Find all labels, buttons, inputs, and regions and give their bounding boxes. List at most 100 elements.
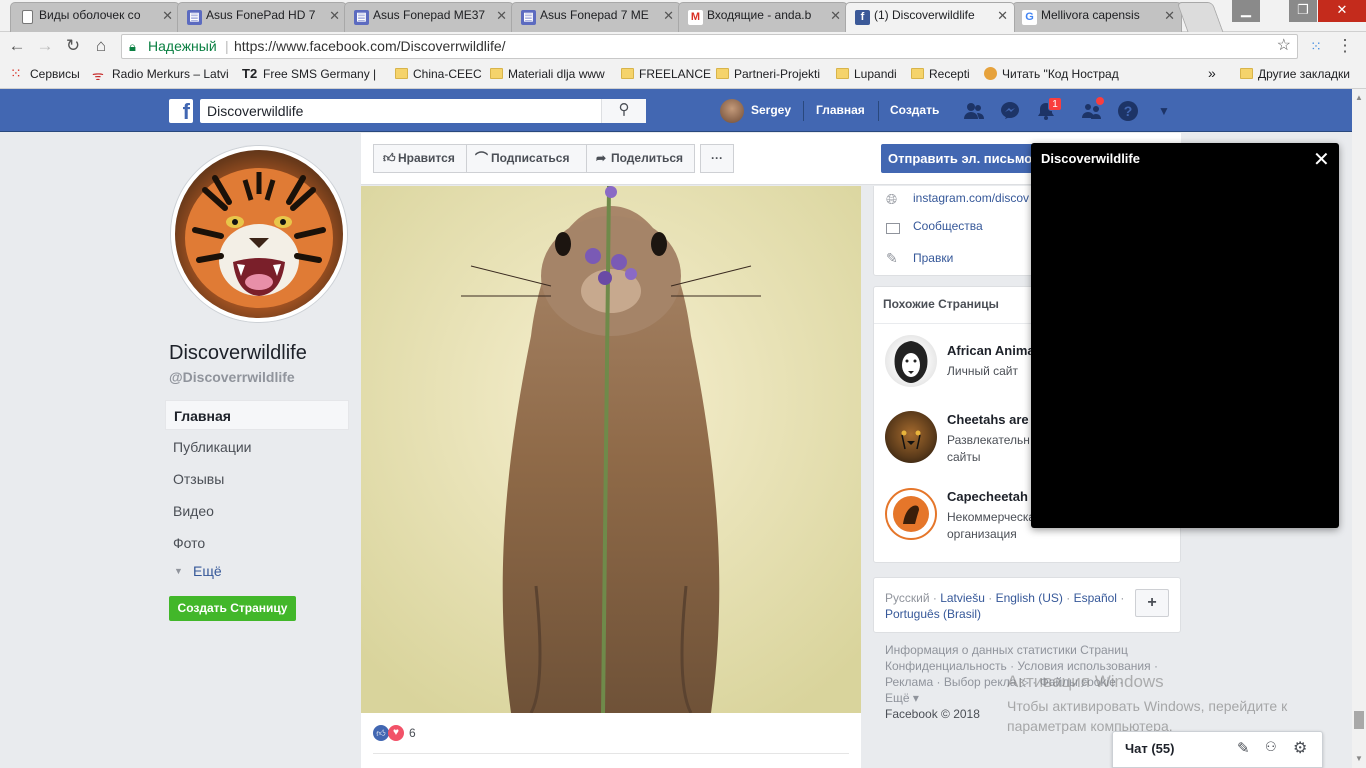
close-tab-icon[interactable]: ✕	[830, 8, 841, 24]
friends-icon[interactable]	[963, 100, 985, 122]
instagram-link[interactable]: instagram.com/discov	[913, 191, 1029, 205]
url-text[interactable]: https://www.facebook.com/Discoverrwildli…	[234, 35, 506, 58]
similar-page-avatar[interactable]	[885, 488, 937, 540]
floating-video-popup[interactable]: Discoverwildlife ✕	[1031, 143, 1339, 528]
page-nav-posts[interactable]: Публикации	[165, 432, 349, 462]
bookmark-item[interactable]: ᯤ Radio Merkurs – Latvi	[92, 67, 230, 81]
facebook-logo-icon[interactable]: f	[169, 99, 193, 124]
like-page-button[interactable]: 👍︎ Нравится	[373, 144, 467, 173]
language-link[interactable]: English (US)	[996, 591, 1063, 605]
page-profile-picture[interactable]	[171, 146, 347, 322]
reload-icon[interactable]: ↻	[62, 37, 84, 57]
bookmark-folder[interactable]: FREELANCE	[621, 67, 711, 81]
home-icon[interactable]: ⌂	[90, 37, 112, 57]
create-page-button[interactable]: Создать Страницу	[169, 596, 296, 621]
chat-label[interactable]: Чат (55)	[1125, 741, 1174, 756]
similar-page-name[interactable]: Capecheetah	[947, 489, 1028, 504]
avatar[interactable]	[720, 99, 744, 123]
chevron-down-icon[interactable]: ▼	[1153, 100, 1175, 122]
group-chat-icon[interactable]: ⚇	[1265, 739, 1277, 755]
post-photo[interactable]	[361, 186, 861, 713]
chat-bar[interactable]: Чат (55) ✎ ⚇ ⚙	[1112, 731, 1323, 768]
similar-page-avatar[interactable]	[885, 335, 937, 387]
scroll-down-icon[interactable]: ▼	[1355, 754, 1363, 763]
footer-link[interactable]: Выбор рекла	[944, 675, 1017, 689]
browser-tab[interactable]: ▤ Asus Fonepad 7 ME ✕	[511, 2, 681, 32]
browser-tab[interactable]: G Mellivora capensis ✕	[1012, 2, 1182, 32]
add-language-button[interactable]: +	[1135, 589, 1169, 617]
back-icon[interactable]: ←	[6, 37, 28, 57]
scrollbar-thumb[interactable]	[1354, 711, 1364, 729]
minimize-icon[interactable]: ▁	[1232, 0, 1260, 22]
browser-tab[interactable]: M Входящие - anda.b ✕	[678, 2, 848, 32]
page-nav-home[interactable]: Главная	[165, 400, 349, 430]
community-link[interactable]: Сообщества	[913, 219, 983, 233]
close-tab-icon[interactable]: ✕	[663, 8, 674, 24]
page-nav-reviews[interactable]: Отзывы	[165, 464, 349, 494]
profile-link[interactable]: Sergey	[751, 103, 791, 117]
page-nav-more[interactable]: ▼ Ещё	[165, 556, 349, 586]
home-link[interactable]: Главная	[816, 103, 865, 117]
close-tab-icon[interactable]: ✕	[1164, 8, 1175, 24]
page-username[interactable]: @Discoverrwildlife	[169, 369, 295, 385]
other-bookmarks-folder[interactable]: Другие закладки	[1240, 67, 1350, 81]
window-close-icon[interactable]: ✕	[1318, 0, 1366, 22]
footer-link[interactable]: Информация о данных статистики Страниц	[885, 643, 1128, 657]
gear-icon[interactable]: ⚙	[1293, 738, 1307, 758]
language-link[interactable]: Español	[1074, 591, 1117, 605]
search-icon[interactable]: ⚲	[601, 99, 646, 123]
maximize-icon[interactable]: ❐	[1289, 0, 1317, 22]
bookmark-folder[interactable]: Lupandi	[836, 67, 897, 81]
bookmark-item[interactable]: T2 Free SMS Germany | F	[242, 67, 378, 81]
close-icon[interactable]: ✕	[1313, 147, 1330, 172]
close-tab-icon[interactable]: ✕	[496, 8, 507, 24]
browser-tab[interactable]: ▤ Asus Fonepad ME37 ✕	[344, 2, 514, 32]
share-page-button[interactable]: ➦ Поделиться	[586, 144, 695, 173]
star-icon[interactable]: ☆	[1277, 34, 1291, 57]
page-nav-videos[interactable]: Видео	[165, 496, 349, 526]
help-icon[interactable]: ?	[1117, 100, 1139, 122]
messenger-icon[interactable]	[999, 100, 1021, 122]
language-link[interactable]: Latviešu	[940, 591, 985, 605]
browser-tab[interactable]: Виды оболочек со ✕	[10, 2, 180, 32]
compose-icon[interactable]: ✎	[1237, 739, 1250, 757]
language-link[interactable]: Português (Brasil)	[885, 607, 981, 621]
browser-tab-active[interactable]: f (1) Discoverwildlife ✕	[845, 2, 1015, 32]
close-tab-icon[interactable]: ✕	[997, 8, 1008, 24]
edits-link[interactable]: Правки	[913, 251, 953, 265]
menu-icon[interactable]: ⋮	[1334, 37, 1356, 57]
language-list: Русский · Latviešu · English (US) · Espa…	[885, 591, 1125, 621]
scroll-up-icon[interactable]: ▲	[1355, 93, 1363, 102]
more-bookmarks-button[interactable]: »	[1208, 65, 1216, 81]
search-input[interactable]	[200, 99, 646, 123]
more-actions-button[interactable]: ···	[700, 144, 734, 173]
address-bar[interactable]: 🔒︎ Надежный | https://www.facebook.com/D…	[121, 34, 1298, 59]
follow-page-button[interactable]: ⌒ Подписаться	[466, 144, 587, 173]
create-link[interactable]: Создать	[890, 103, 939, 117]
bookmark-folder[interactable]: China-CEEC	[395, 67, 482, 81]
page-nav-photos[interactable]: Фото	[165, 528, 349, 558]
footer-more[interactable]: Ещё ▾	[885, 691, 919, 705]
browser-tab[interactable]: ▤ Asus FonePad HD 7 ✕	[177, 2, 347, 32]
new-tab-button[interactable]	[1176, 2, 1224, 32]
bookmark-folder[interactable]: Recepti	[911, 67, 970, 81]
send-email-button[interactable]: Отправить эл. письмо	[881, 144, 1041, 173]
page-scrollbar[interactable]: ▲ ▼	[1352, 89, 1366, 768]
bookmark-folder[interactable]: Partneri-Projekti	[716, 67, 820, 81]
close-tab-icon[interactable]: ✕	[162, 8, 173, 24]
footer-link[interactable]: Условия использования	[1017, 659, 1150, 673]
forward-icon[interactable]: →	[34, 37, 56, 57]
bookmark-item[interactable]: Читать "Код Нострад	[984, 67, 1120, 81]
similar-page-name[interactable]: African Anima	[947, 343, 1035, 358]
bookmark-folder[interactable]: Materiali dlja www	[490, 67, 605, 81]
extension-icon[interactable]: ⁙	[1305, 37, 1327, 57]
love-reaction-icon[interactable]: ♥	[388, 725, 404, 741]
bookmark-apps[interactable]: ⁙ Сервисы	[10, 65, 80, 81]
similar-page-avatar[interactable]	[885, 411, 937, 463]
like-reaction-icon[interactable]: 👍︎	[373, 725, 389, 741]
footer-link[interactable]: Конфиденциальность	[885, 659, 1007, 673]
reaction-count[interactable]: 6	[409, 726, 416, 740]
close-tab-icon[interactable]: ✕	[329, 8, 340, 24]
similar-page-name[interactable]: Cheetahs are	[947, 412, 1029, 427]
footer-link[interactable]: Реклама	[885, 675, 933, 689]
